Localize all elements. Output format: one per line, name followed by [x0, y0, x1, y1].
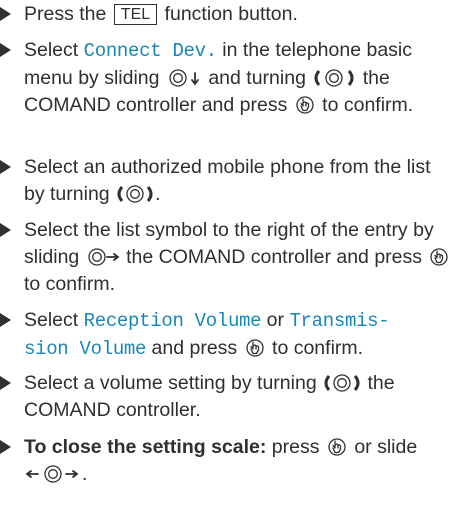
- menu-item-transmission-volume: Transmis-: [289, 310, 390, 332]
- controller-slide-right-icon: [88, 248, 120, 266]
- controller-slide-left-right-icon: [25, 465, 79, 483]
- tel-key: TEL: [113, 4, 158, 25]
- step-bullet-icon: [0, 160, 11, 174]
- instruction-page: Press the TEL function button. Select Co…: [0, 0, 461, 505]
- step-bullet-icon: [0, 223, 11, 237]
- step-3: Select an authorized mobile phone from t…: [0, 154, 452, 208]
- step-6: Select a volume setting by turning the C…: [0, 370, 452, 424]
- step-4: Select the list symbol to the right of t…: [0, 217, 452, 298]
- step-6-text: Select a volume setting by turning the C…: [24, 372, 395, 421]
- controller-turn-icon: [324, 374, 360, 392]
- controller-press-icon: [430, 248, 449, 266]
- controller-turn-icon: [314, 69, 354, 87]
- controller-press-icon: [328, 438, 346, 456]
- step-bullet-icon: [0, 440, 11, 454]
- step-7-heading: To close the setting scale:: [24, 436, 267, 458]
- step-3-text: Select an authorized mobile phone from t…: [24, 156, 431, 205]
- step-1: Press the TEL function button.: [0, 1, 452, 28]
- menu-item-reception-volume: Reception Volume: [83, 310, 262, 332]
- step-bullet-icon: [0, 43, 11, 57]
- step-2-text: Select Connect Dev. in the telephone bas…: [24, 39, 414, 116]
- step-7: To close the setting scale: press or sli…: [0, 434, 452, 488]
- step-7-text: To close the setting scale: press or sli…: [24, 436, 418, 485]
- menu-item-connect-dev: Connect Dev.: [83, 40, 218, 62]
- controller-turn-icon: [117, 185, 153, 203]
- step-4-text: Select the list symbol to the right of t…: [24, 217, 452, 298]
- menu-item-transmission-volume-cont: sion Volume: [24, 338, 147, 360]
- controller-press-icon: [296, 96, 314, 114]
- step-1-text: Press the TEL function button.: [24, 3, 298, 25]
- step-5: Select Reception Volume or Transmis-sion…: [0, 307, 452, 363]
- step-bullet-icon: [0, 313, 11, 327]
- step-2: Select Connect Dev. in the telephone bas…: [0, 37, 452, 119]
- step-bullet-icon: [0, 376, 11, 390]
- controller-slide-down-icon: [169, 69, 199, 87]
- controller-press-icon: [245, 339, 264, 357]
- step-bullet-icon: [0, 7, 11, 21]
- step-5-text: Select Reception Volume or Transmis-sion…: [24, 309, 390, 360]
